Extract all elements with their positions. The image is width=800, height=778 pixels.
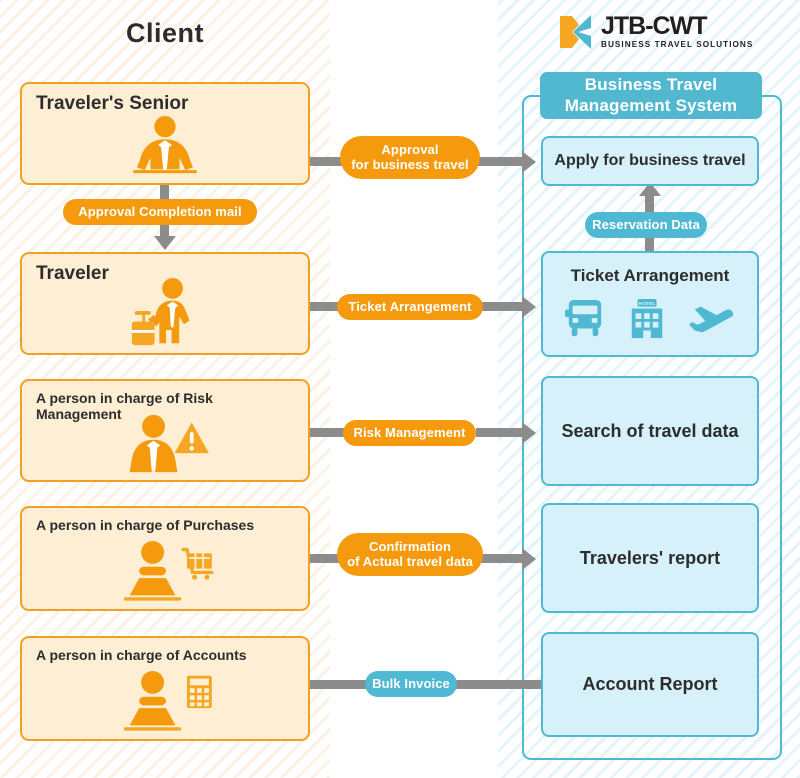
connector-row5-right — [455, 680, 541, 689]
client-box-accounts[interactable]: A person in charge of Accounts — [20, 636, 310, 741]
flow-label-text: Confirmation of Actual travel data — [347, 538, 473, 569]
client-box-travelers-senior[interactable]: Traveler's Senior — [20, 82, 310, 185]
connector-reservation-bottom — [645, 236, 654, 251]
flow-label-approval-completion-mail: Approval Completion mail — [63, 199, 257, 225]
client-box-risk-management[interactable]: A person in charge of Risk Management — [20, 379, 310, 482]
system-header-line1: Business Travel Management System — [564, 75, 738, 115]
system-box-title: Apply for business travel — [554, 152, 746, 169]
flow-label-reservation-data: Reservation Data — [585, 212, 707, 238]
traveler-suitcase-icon — [22, 277, 308, 347]
arrow-row4 — [522, 548, 536, 570]
arrow-row2 — [522, 296, 536, 318]
connector-row3-left — [310, 428, 344, 437]
svg-text:HOTEL: HOTEL — [639, 301, 656, 307]
client-box-label: Traveler's Senior — [36, 93, 189, 114]
flow-label-text: Ticket Arrangement — [348, 298, 472, 314]
ticket-type-icons: HOTEL — [565, 298, 735, 340]
person-cart-icon — [22, 540, 308, 603]
diagram-canvas: Client JTB-CWT BUSINESS TRAVEL SOLUTIONS… — [0, 0, 800, 778]
flow-label-bulk-invoice: Bulk Invoice — [365, 671, 457, 697]
connector-row4-right — [478, 554, 522, 563]
logo-brand-name: JTB-CWT — [601, 12, 707, 41]
flow-label-text: Bulk Invoice — [372, 675, 450, 691]
airplane-icon — [689, 298, 735, 340]
flow-label-text: Reservation Data — [592, 216, 700, 232]
hotel-icon: HOTEL — [627, 298, 667, 340]
flow-label-text: Approval Completion mail — [78, 203, 242, 219]
flow-label-risk-management: Risk Management — [343, 420, 476, 446]
client-column-title: Client — [125, 18, 204, 48]
connector-row5-left — [310, 680, 367, 689]
system-box-apply-for-business-travel[interactable]: Apply for business travel — [541, 136, 759, 186]
bus-icon — [565, 298, 605, 340]
arrow-row1 — [522, 151, 536, 173]
system-box-title: Account Report — [582, 674, 718, 694]
connector-row2-right — [478, 302, 522, 311]
flow-label-text: Risk Management — [353, 424, 466, 440]
connector-reservation-top — [645, 196, 654, 213]
system-box-title: Travelers' report — [579, 547, 721, 568]
flow-label-ticket-arrangement: Ticket Arrangement — [337, 294, 483, 320]
system-box-title: Search of travel data — [561, 420, 739, 441]
system-box-account-report[interactable]: Account Report — [541, 632, 759, 737]
flow-label-confirmation-of-actual-travel-data: Confirmation of Actual travel data — [337, 533, 483, 576]
arrow-row3 — [522, 422, 536, 444]
client-box-label: A person in charge of Purchases — [36, 517, 255, 533]
person-warning-icon — [22, 413, 308, 476]
person-calculator-icon — [22, 670, 308, 733]
system-box-travelers-report[interactable]: Travelers' report — [541, 503, 759, 613]
client-box-purchases[interactable]: A person in charge of Purchases — [20, 506, 310, 611]
logo-tagline: BUSINESS TRAVEL SOLUTIONS — [601, 40, 754, 50]
manager-icon — [22, 115, 308, 175]
system-box-search-of-travel-data[interactable]: Search of travel data — [541, 376, 759, 486]
arrow-senior-traveler — [154, 236, 176, 250]
connector-row3-right — [476, 428, 522, 437]
system-header-title: Business Travel Management System — [540, 72, 762, 119]
system-box-ticket-arrangement[interactable]: Ticket Arrangement HOTEL — [541, 251, 759, 357]
flow-label-approval-for-business-travel: Approval for business travel — [340, 136, 480, 179]
client-box-traveler[interactable]: Traveler — [20, 252, 310, 355]
flow-label-text: Approval for business travel — [351, 141, 469, 172]
system-box-title: Ticket Arrangement — [570, 266, 730, 285]
jtb-cwt-logo: JTB-CWT BUSINESS TRAVEL SOLUTIONS — [558, 12, 753, 52]
jtb-cwt-logo-mark — [558, 12, 592, 52]
client-box-label: A person in charge of Accounts — [36, 647, 247, 663]
